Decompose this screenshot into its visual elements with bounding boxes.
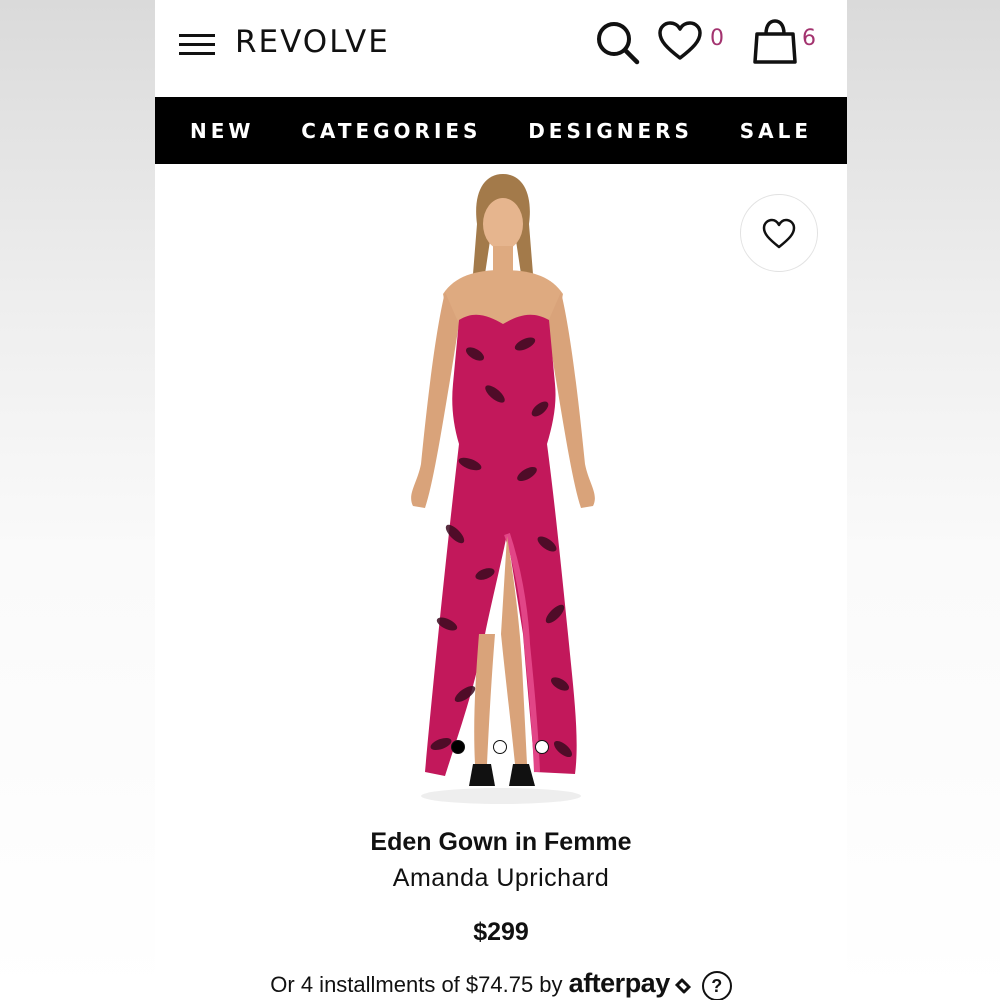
carousel-indicators: [451, 740, 561, 754]
search-icon[interactable]: [595, 20, 641, 66]
bag-count-badge: 6: [802, 26, 816, 51]
wishlist-count-badge: 0: [710, 26, 724, 51]
category-nav: NEW CATEGORIES DESIGNERS SALE: [155, 97, 847, 164]
afterpay-arrows-icon: [674, 978, 691, 994]
product-photo: [411, 174, 595, 804]
nav-item-designers[interactable]: DESIGNERS: [528, 119, 693, 143]
favorite-button[interactable]: [740, 194, 818, 272]
heart-outline-icon: [762, 218, 796, 249]
afterpay-help-button[interactable]: ?: [701, 971, 732, 1000]
nav-item-categories[interactable]: CATEGORIES: [301, 119, 481, 143]
installments-text: Or 4 installments of $74.75 by: [270, 972, 563, 997]
product-price: $299: [473, 918, 529, 946]
nav-item-sale[interactable]: SALE: [740, 119, 812, 143]
hamburger-menu-icon[interactable]: [179, 34, 215, 56]
carousel-dot-2[interactable]: [493, 740, 507, 754]
installments-line: Or 4 installments of $74.75 by afterpay …: [155, 968, 847, 1000]
carousel-dot-1[interactable]: [451, 740, 465, 754]
afterpay-logo: afterpay: [568, 968, 671, 998]
product-designer[interactable]: Amanda Uprichard: [155, 864, 847, 893]
heart-icon[interactable]: [657, 20, 703, 62]
top-header: REVOLVE 0 6: [155, 0, 847, 97]
nav-item-new[interactable]: NEW: [190, 119, 254, 143]
product-image-carousel[interactable]: [155, 164, 847, 814]
shopping-bag-icon[interactable]: [752, 18, 798, 66]
product-title[interactable]: Eden Gown in Femme: [155, 828, 847, 857]
carousel-dot-3[interactable]: [535, 740, 549, 754]
product-page: REVOLVE 0 6 NEW CATEGORIES DESIGNERS SAL…: [155, 0, 847, 1000]
revolve-logo[interactable]: REVOLVE: [235, 24, 390, 60]
